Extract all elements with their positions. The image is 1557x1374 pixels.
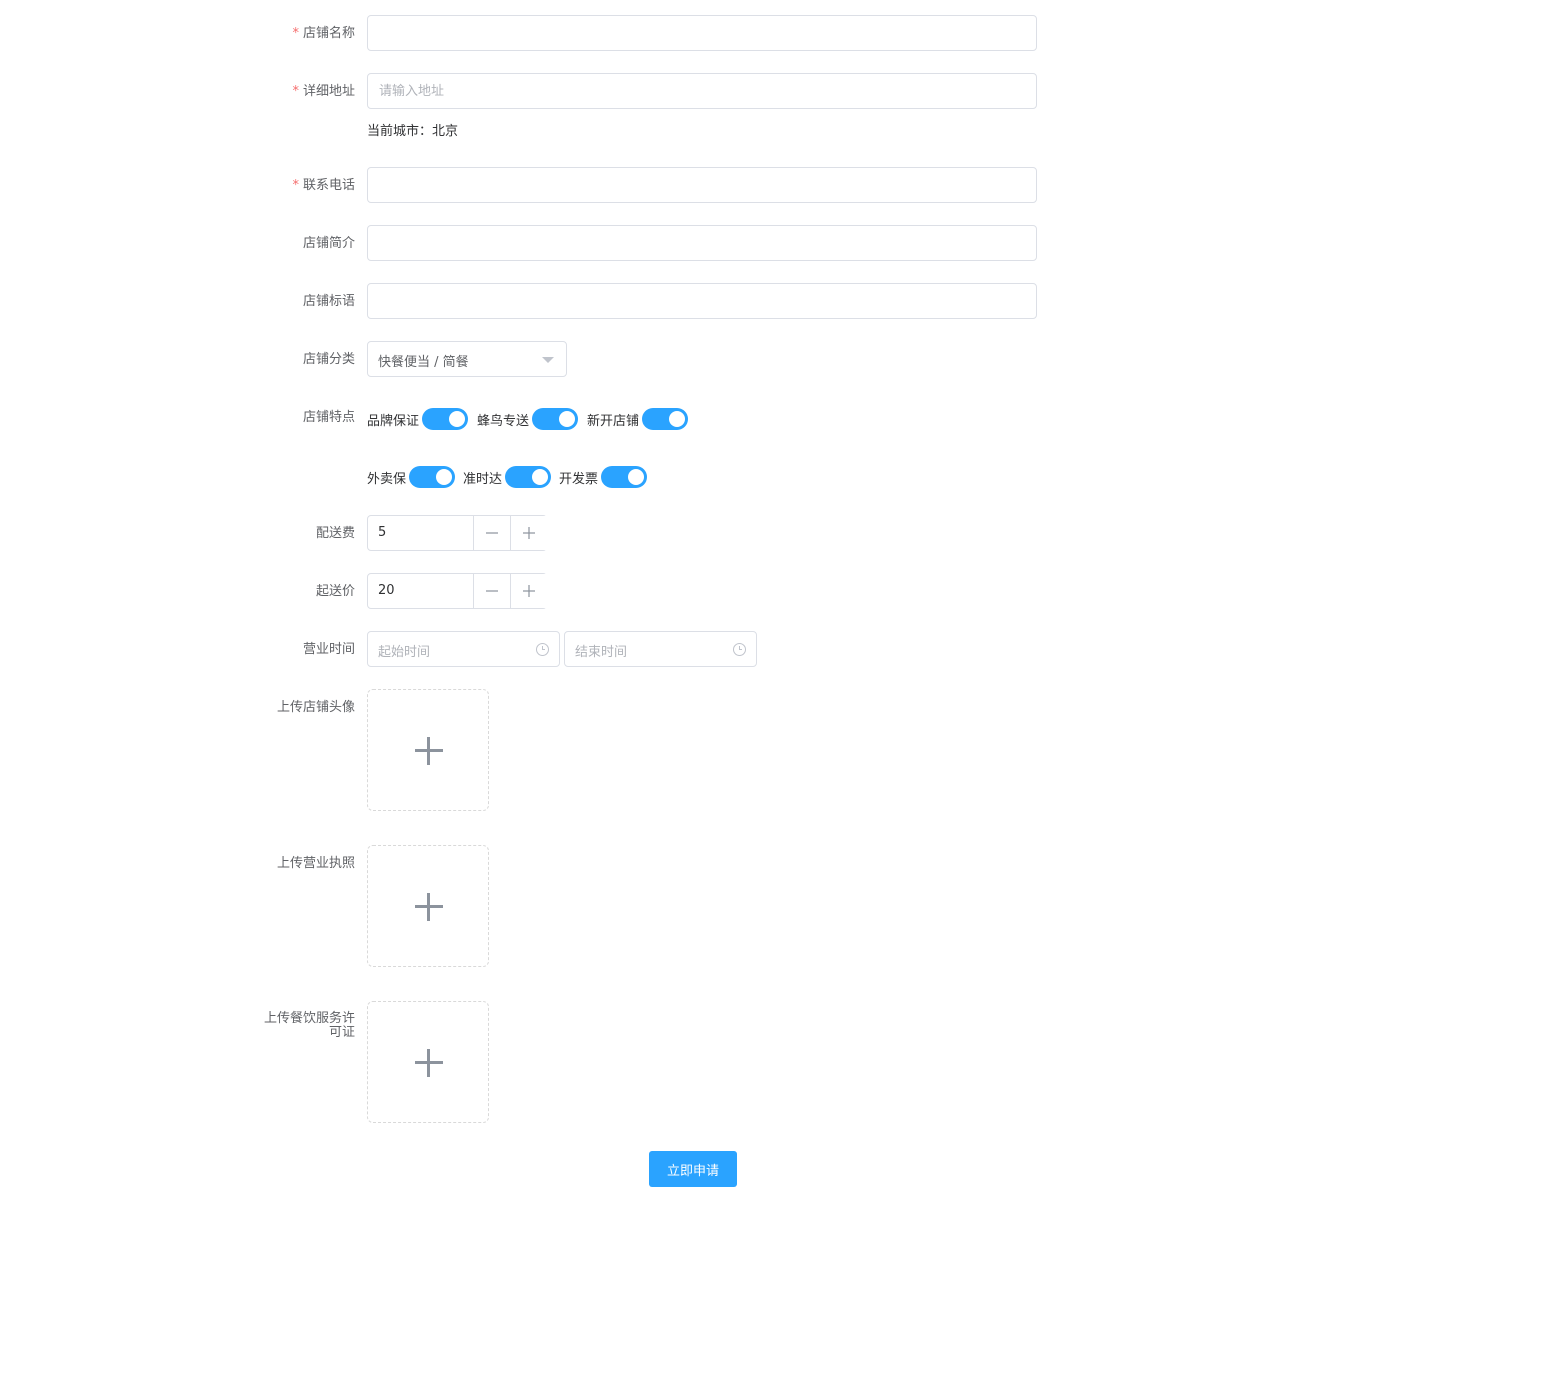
delivery-fee-label: 配送费	[315, 526, 355, 541]
decrease-button[interactable]	[473, 574, 510, 608]
feature-label: 品牌保证	[367, 413, 420, 429]
feature-label: 外卖保	[367, 471, 407, 487]
shop-name-field[interactable]	[368, 16, 1036, 50]
increase-button[interactable]	[510, 516, 547, 550]
switch-knob	[532, 469, 549, 485]
phone-field[interactable]	[368, 168, 1036, 202]
start-time-placeholder: 起始时间	[378, 645, 431, 660]
feature-on-time: 准时达	[463, 466, 555, 488]
min-order-value[interactable]: 20	[378, 583, 395, 598]
feature-brand: 品牌保证	[367, 408, 472, 430]
minus-icon	[486, 532, 498, 534]
switch-knob	[436, 469, 453, 485]
submit-button[interactable]: 立即申请	[649, 1151, 737, 1187]
feature-brand-switch[interactable]	[422, 408, 469, 430]
plus-icon	[523, 585, 535, 597]
intro-input[interactable]	[367, 225, 1037, 261]
required-mark: *	[292, 84, 299, 99]
slogan-input[interactable]	[367, 283, 1037, 319]
required-mark: *	[292, 178, 299, 193]
plus-icon	[427, 893, 430, 921]
shop-name-input[interactable]	[367, 15, 1037, 51]
address-input[interactable]	[367, 73, 1037, 109]
shop-name-label: * 店铺名称	[292, 26, 355, 41]
switch-knob	[449, 411, 466, 427]
category-select[interactable]: 快餐便当 / 简餐	[367, 341, 567, 377]
business-hours-label: 营业时间	[302, 642, 355, 657]
intro-field[interactable]	[368, 226, 1036, 260]
feature-label: 新开店铺	[587, 413, 640, 429]
upload-permit-label: 上传餐饮服务许 可证	[263, 1011, 355, 1040]
plus-icon	[523, 527, 535, 539]
phone-input[interactable]	[367, 167, 1037, 203]
feature-on-time-switch[interactable]	[505, 466, 552, 488]
slogan-label: 店铺标语	[302, 294, 355, 309]
clock-icon	[536, 643, 549, 656]
category-selected-value: 快餐便当 / 简餐	[378, 355, 469, 370]
upload-avatar-label: 上传店铺头像	[276, 700, 355, 715]
features-label: 店铺特点	[302, 410, 355, 425]
end-time-placeholder: 结束时间	[575, 645, 628, 660]
min-order-label: 起送价	[315, 584, 355, 599]
delivery-fee-value[interactable]: 5	[378, 525, 386, 540]
feature-new-shop: 新开店铺	[587, 408, 692, 430]
address-field[interactable]	[368, 74, 1036, 108]
plus-icon	[427, 737, 430, 765]
upload-license-label: 上传营业执照	[276, 856, 355, 871]
feature-label: 准时达	[463, 471, 503, 487]
feature-fengniao: 蜂鸟专送	[477, 408, 582, 430]
increase-button[interactable]	[510, 574, 547, 608]
switch-knob	[628, 469, 645, 485]
upload-license-box[interactable]	[367, 845, 489, 967]
intro-label: 店铺简介	[302, 236, 355, 251]
upload-permit-box[interactable]	[367, 1001, 489, 1123]
decrease-button[interactable]	[473, 516, 510, 550]
min-order-stepper[interactable]: 20	[367, 573, 547, 609]
caret-down-icon	[542, 357, 554, 363]
slogan-field[interactable]	[368, 284, 1036, 318]
required-mark: *	[292, 26, 299, 41]
feature-new-shop-switch[interactable]	[642, 408, 689, 430]
feature-takeout-insurance: 外卖保	[367, 466, 459, 488]
category-label: 店铺分类	[302, 352, 355, 367]
switch-knob	[559, 411, 576, 427]
feature-fengniao-switch[interactable]	[532, 408, 579, 430]
feature-takeout-insurance-switch[interactable]	[409, 466, 456, 488]
current-city-text: 当前城市：北京	[367, 124, 459, 139]
switch-knob	[669, 411, 686, 427]
end-time-picker[interactable]: 结束时间	[564, 631, 757, 667]
address-label: * 详细地址	[292, 84, 355, 99]
minus-icon	[486, 590, 498, 592]
feature-label: 开发票	[559, 471, 599, 487]
feature-invoice: 开发票	[559, 466, 651, 488]
clock-icon	[733, 643, 746, 656]
upload-avatar-box[interactable]	[367, 689, 489, 811]
delivery-fee-stepper[interactable]: 5	[367, 515, 547, 551]
feature-label: 蜂鸟专送	[477, 413, 530, 429]
phone-label: * 联系电话	[292, 178, 355, 193]
start-time-picker[interactable]: 起始时间	[367, 631, 560, 667]
plus-icon	[427, 1049, 430, 1077]
feature-invoice-switch[interactable]	[601, 466, 648, 488]
